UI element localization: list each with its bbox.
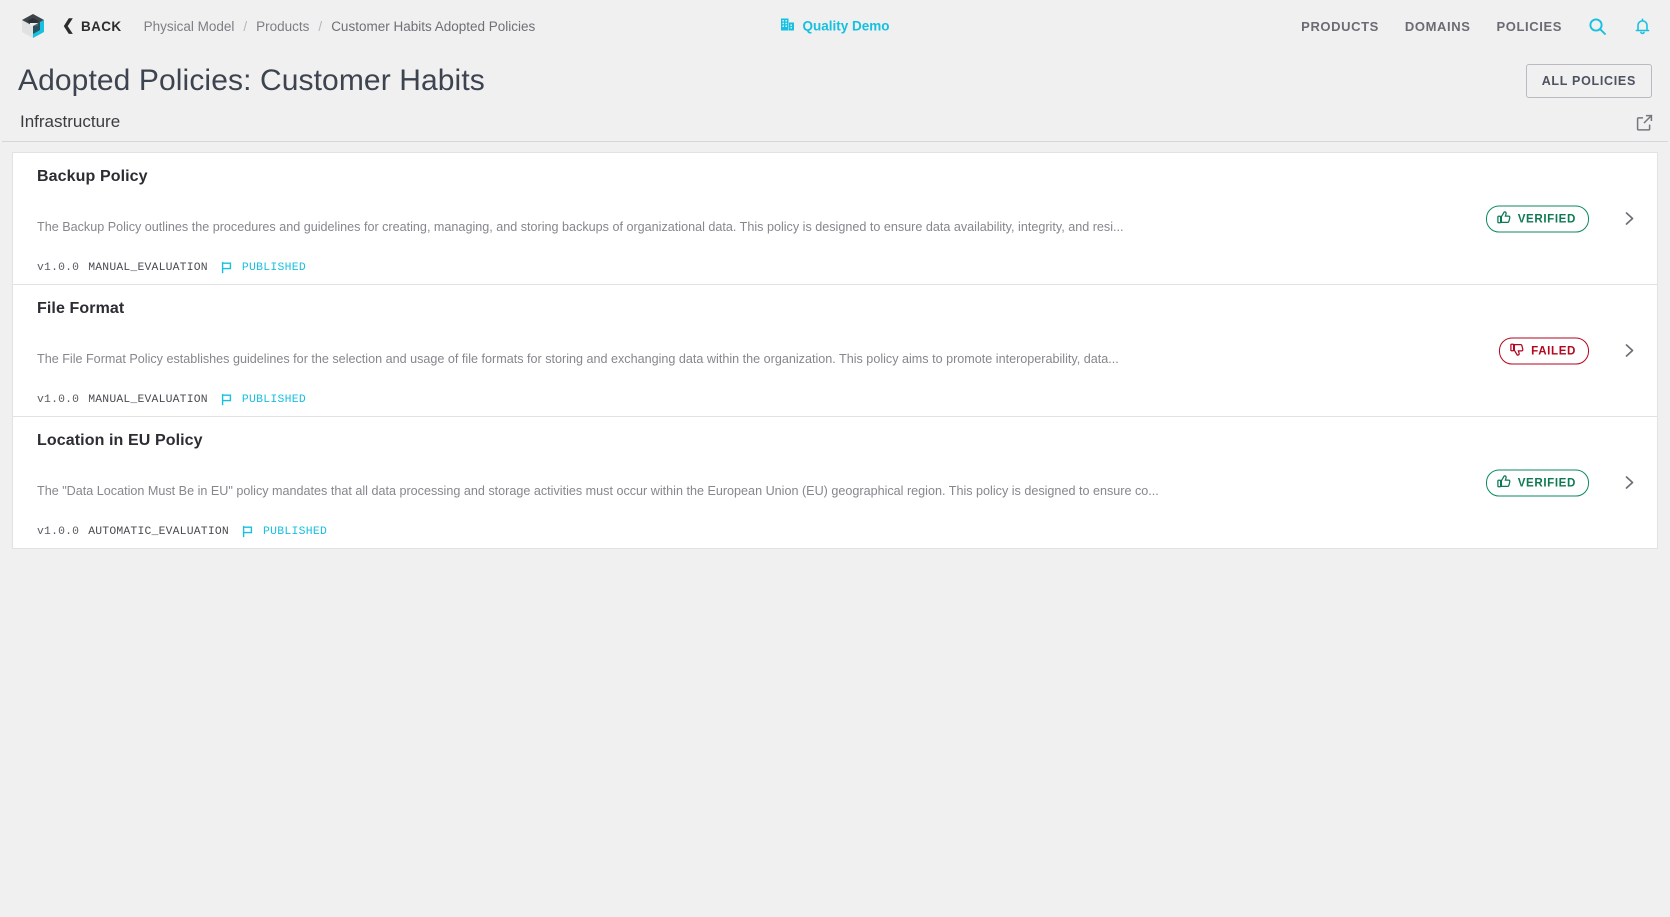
back-button-label: BACK: [80, 18, 122, 34]
domain-brand[interactable]: Quality Demo: [780, 18, 890, 35]
policy-title: Location in EU Policy: [37, 432, 203, 449]
policy-card-actions: VERIFIED: [1485, 205, 1639, 232]
chevron-left-icon: ❮: [62, 16, 75, 34]
page-header: Adopted Policies: Customer Habits ALL PO…: [0, 52, 1670, 108]
policy-card-actions: VERIFIED: [1485, 469, 1639, 496]
policy-version: v1.0.0: [37, 261, 80, 274]
policy-description: The File Format Policy establishes guide…: [37, 352, 1119, 366]
policy-meta: v1.0.0 MANUAL_EVALUATION PUBLISHED: [13, 393, 1657, 406]
policy-card[interactable]: Location in EU Policy The "Data Location…: [12, 416, 1658, 549]
policy-card-list: Backup Policy The Backup Policy outlines…: [0, 142, 1670, 549]
nav-item-policies[interactable]: POLICIES: [1497, 19, 1562, 34]
policy-evaluation-type: MANUAL_EVALUATION: [88, 393, 208, 406]
chevron-right-icon[interactable]: [1619, 341, 1639, 361]
status-badge-label: FAILED: [1531, 344, 1576, 357]
policy-title: File Format: [37, 300, 125, 317]
top-navigation: PRODUCTS DOMAINS POLICIES: [1301, 17, 1652, 36]
top-bar: ❮ BACK Physical Model / Products / Custo…: [0, 0, 1670, 52]
section-title: Infrastructure: [20, 112, 121, 131]
open-in-new-icon[interactable]: [1635, 113, 1654, 132]
flag-icon: [241, 525, 254, 538]
policy-version: v1.0.0: [37, 393, 80, 406]
thumb-up-icon: [1496, 210, 1511, 227]
flag-icon: [220, 393, 233, 406]
policy-title: Backup Policy: [37, 168, 148, 185]
search-icon[interactable]: [1588, 17, 1607, 36]
breadcrumb-separator: /: [318, 18, 323, 34]
policy-version: v1.0.0: [37, 525, 80, 538]
status-badge: FAILED: [1499, 337, 1589, 364]
back-button[interactable]: ❮ BACK: [62, 16, 122, 34]
chevron-right-icon[interactable]: [1619, 209, 1639, 229]
breadcrumb-item-physical-model[interactable]: Physical Model: [144, 19, 235, 34]
cube-logo-icon[interactable]: [18, 11, 48, 41]
policy-card[interactable]: Backup Policy The Backup Policy outlines…: [12, 152, 1658, 284]
breadcrumb-item-current: Customer Habits Adopted Policies: [331, 18, 536, 34]
policy-card[interactable]: File Format The File Format Policy estab…: [12, 284, 1658, 416]
nav-item-domains[interactable]: DOMAINS: [1405, 19, 1471, 34]
breadcrumb-item-products[interactable]: Products: [256, 19, 309, 34]
page-title: Adopted Policies: Customer Habits: [18, 64, 485, 97]
nav-item-products[interactable]: PRODUCTS: [1301, 19, 1379, 34]
policy-evaluation-type: AUTOMATIC_EVALUATION: [88, 525, 229, 538]
breadcrumb-separator: /: [243, 18, 248, 34]
policy-evaluation-type: MANUAL_EVALUATION: [88, 261, 208, 274]
status-badge: VERIFIED: [1485, 469, 1589, 496]
policy-description: The "Data Location Must Be in EU" policy…: [37, 484, 1159, 498]
status-badge: VERIFIED: [1485, 205, 1589, 232]
status-badge-label: VERIFIED: [1517, 476, 1576, 489]
breadcrumb: Physical Model / Products / Customer Hab…: [144, 19, 536, 34]
domain-brand-label: Quality Demo: [802, 18, 890, 34]
all-policies-button[interactable]: ALL POLICIES: [1525, 64, 1652, 98]
domain-building-icon: [780, 18, 794, 35]
policy-status: PUBLISHED: [241, 261, 307, 274]
section-header-infrastructure: Infrastructure: [2, 108, 1668, 142]
policy-description: The Backup Policy outlines the procedure…: [37, 220, 1124, 234]
thumb-down-icon: [1510, 342, 1524, 359]
policy-card-actions: FAILED: [1499, 337, 1639, 364]
policy-status: PUBLISHED: [262, 525, 328, 538]
bell-icon[interactable]: [1633, 17, 1652, 36]
policy-status: PUBLISHED: [241, 393, 307, 406]
flag-icon: [220, 261, 233, 274]
status-badge-label: VERIFIED: [1517, 212, 1576, 225]
thumb-up-icon: [1496, 474, 1511, 491]
policy-meta: v1.0.0 AUTOMATIC_EVALUATION PUBLISHED: [13, 525, 1657, 538]
policy-meta: v1.0.0 MANUAL_EVALUATION PUBLISHED: [13, 261, 1657, 274]
chevron-right-icon[interactable]: [1619, 473, 1639, 493]
